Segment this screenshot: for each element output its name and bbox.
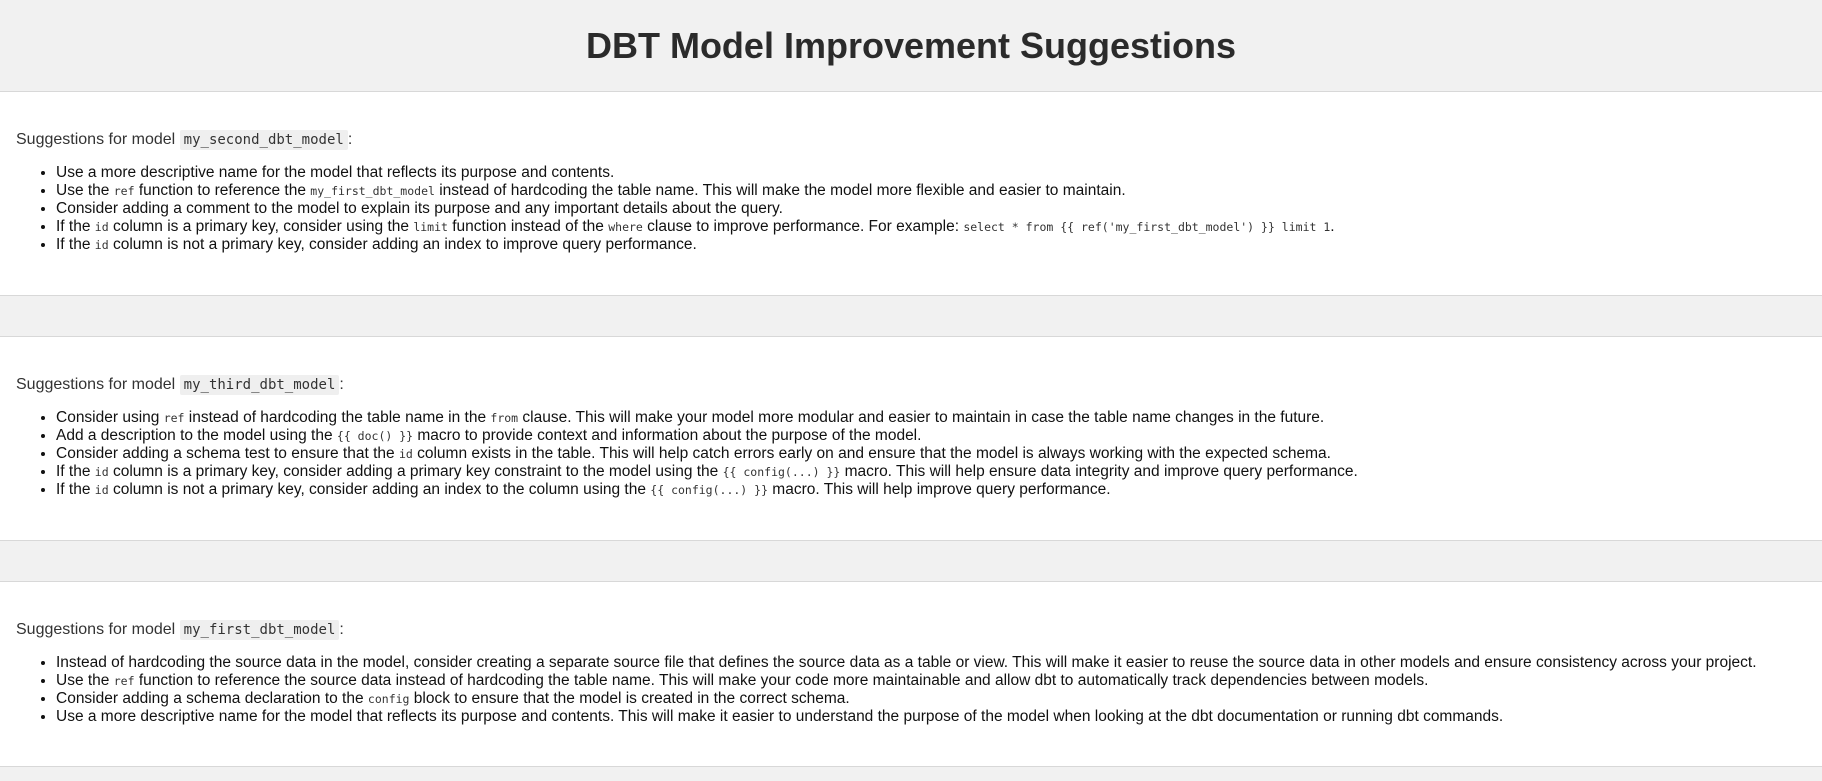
inline-code: limit — [413, 220, 448, 234]
inline-code: select * from {{ ref('my_first_dbt_model… — [963, 220, 1331, 234]
page-header: DBT Model Improvement Suggestions — [0, 0, 1822, 92]
suggestion-item: Consider adding a comment to the model t… — [56, 200, 1806, 218]
suggestion-text: Use a more descriptive name for the mode… — [56, 708, 1504, 725]
model-suggestions-card: Suggestions for model my_third_dbt_model… — [0, 337, 1822, 541]
suggestion-text: macro to provide context and information… — [413, 427, 922, 444]
suggestion-item: Instead of hardcoding the source data in… — [56, 654, 1806, 672]
suggestion-text: Consider adding a comment to the model t… — [56, 200, 783, 217]
model-name: my_second_dbt_model — [179, 130, 348, 150]
section-divider — [0, 541, 1822, 582]
inline-code: {{ config(...) }} — [722, 465, 841, 479]
model-name: my_third_dbt_model — [179, 375, 340, 395]
suggestion-text: column is a primary key, consider using … — [108, 218, 414, 235]
suggestion-item: If the id column is not a primary key, c… — [56, 236, 1806, 254]
intro-suffix: : — [339, 621, 344, 638]
suggestion-text: Consider adding a schema test to ensure … — [56, 445, 399, 462]
suggestion-text: column is not a primary key, consider ad… — [108, 236, 697, 253]
inline-code: my_first_dbt_model — [310, 184, 435, 198]
suggestion-text: column is not a primary key, consider ad… — [108, 481, 651, 498]
inline-code: from — [490, 411, 519, 425]
suggestion-text: clause. This will make your model more m… — [518, 409, 1325, 426]
suggestion-text: function to reference the source data in… — [134, 672, 1429, 689]
suggestion-text: function instead of the — [447, 218, 609, 235]
suggestion-text: Use a more descriptive name for the mode… — [56, 164, 615, 181]
section-intro: Suggestions for model my_first_dbt_model… — [16, 620, 1806, 640]
suggestion-text: macro. This will help ensure data integr… — [840, 463, 1358, 480]
suggestion-item: Use the ref function to reference the so… — [56, 672, 1806, 690]
section-intro: Suggestions for model my_third_dbt_model… — [16, 375, 1806, 395]
inline-code: ref — [163, 411, 185, 425]
suggestion-item: If the id column is a primary key, consi… — [56, 463, 1806, 481]
suggestion-text: If the — [56, 218, 95, 235]
inline-code: id — [94, 483, 109, 497]
suggestion-item: If the id column is not a primary key, c… — [56, 481, 1806, 499]
suggestion-item: Add a description to the model using the… — [56, 427, 1806, 445]
suggestion-text: column exists in the table. This will he… — [412, 445, 1331, 462]
inline-code: id — [398, 447, 413, 461]
inline-code: config — [367, 692, 410, 706]
suggestion-text: If the — [56, 236, 95, 253]
suggestion-item: Consider adding a schema declaration to … — [56, 690, 1806, 708]
suggestion-text: Instead of hardcoding the source data in… — [56, 654, 1757, 671]
suggestion-item: If the id column is a primary key, consi… — [56, 218, 1806, 236]
suggestion-item: Consider adding a schema test to ensure … — [56, 445, 1806, 463]
suggestion-text: function to reference the — [134, 182, 311, 199]
inline-code: {{ doc() }} — [336, 429, 414, 443]
intro-prefix: Suggestions for model — [16, 376, 180, 393]
suggestion-text: macro. This will help improve query perf… — [768, 481, 1111, 498]
suggestion-text: Consider adding a schema declaration to … — [56, 690, 368, 707]
suggestion-text: column is a primary key, consider adding… — [108, 463, 723, 480]
page-title: DBT Model Improvement Suggestions — [585, 24, 1237, 66]
intro-prefix: Suggestions for model — [16, 131, 180, 148]
section-intro: Suggestions for model my_second_dbt_mode… — [16, 130, 1806, 150]
suggestion-list: Instead of hardcoding the source data in… — [16, 654, 1806, 726]
suggestion-text: . — [1330, 218, 1335, 235]
suggestion-text: If the — [56, 463, 95, 480]
suggestion-item: Use a more descriptive name for the mode… — [56, 708, 1806, 726]
section-divider — [0, 296, 1822, 337]
inline-code: id — [94, 220, 109, 234]
suggestion-text: instead of hardcoding the table name in … — [184, 409, 491, 426]
model-suggestions-card: Suggestions for model my_second_dbt_mode… — [0, 92, 1822, 296]
inline-code: ref — [113, 674, 135, 688]
inline-code: {{ config(...) }} — [650, 483, 768, 497]
suggestion-text: If the — [56, 481, 95, 498]
suggestion-text: Consider using — [56, 409, 164, 426]
suggestion-text: block to ensure that the model is create… — [409, 690, 850, 707]
intro-suffix: : — [339, 376, 344, 393]
inline-code: where — [608, 220, 643, 234]
suggestion-item: Use the ref function to reference the my… — [56, 182, 1806, 200]
suggestion-text: instead of hardcoding the table name. Th… — [434, 182, 1126, 199]
inline-code: id — [94, 465, 109, 479]
suggestion-list: Use a more descriptive name for the mode… — [16, 164, 1806, 254]
suggestion-text: Use the — [56, 672, 114, 689]
intro-prefix: Suggestions for model — [16, 621, 180, 638]
suggestion-item: Use a more descriptive name for the mode… — [56, 164, 1806, 182]
model-name: my_first_dbt_model — [179, 620, 340, 640]
suggestion-text: Use the — [56, 182, 114, 199]
suggestion-item: Consider using ref instead of hardcoding… — [56, 409, 1806, 427]
suggestion-text: Add a description to the model using the — [56, 427, 337, 444]
intro-suffix: : — [347, 131, 353, 148]
inline-code: ref — [113, 184, 135, 198]
suggestion-text: clause to improve performance. For examp… — [642, 218, 964, 235]
suggestion-list: Consider using ref instead of hardcoding… — [16, 409, 1806, 499]
model-suggestions-card: Suggestions for model my_first_dbt_model… — [0, 582, 1822, 767]
inline-code: id — [94, 238, 109, 252]
